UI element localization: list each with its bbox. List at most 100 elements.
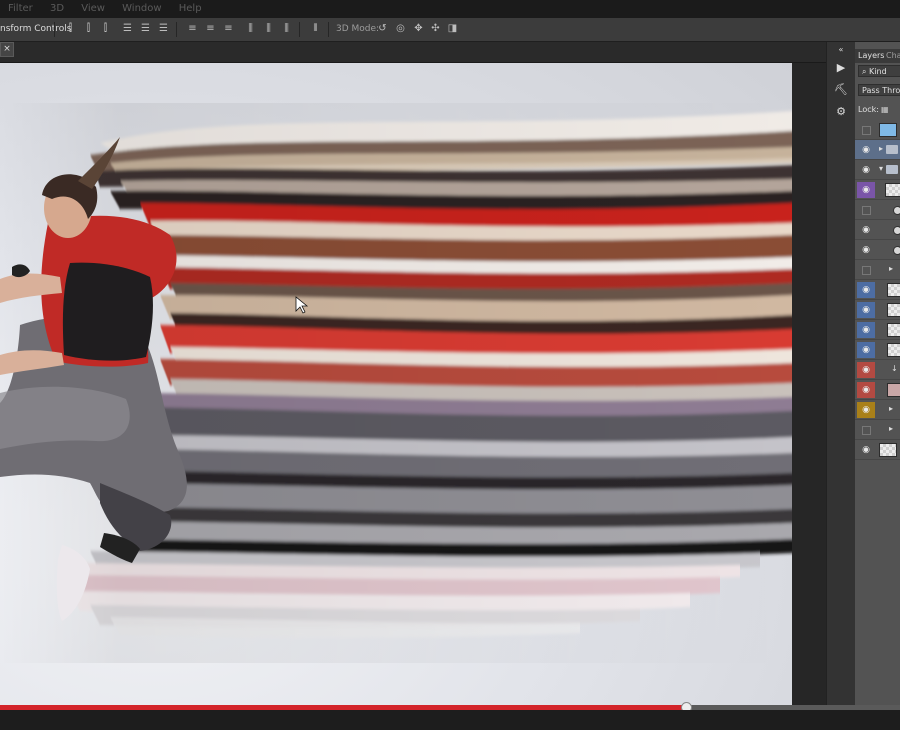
layer-row[interactable]: ◉ xyxy=(855,300,900,320)
lock-label: Lock: xyxy=(858,105,879,114)
3d-slide-icon[interactable]: ✣ xyxy=(430,23,441,34)
menu-view[interactable]: View xyxy=(81,0,105,18)
layer-row[interactable]: ◉ xyxy=(855,220,900,240)
layer-kind-value: Kind xyxy=(869,67,887,76)
tab-layers[interactable]: Layers xyxy=(858,51,884,60)
options-separator xyxy=(176,22,177,37)
3d-drag-icon[interactable]: ✥ xyxy=(413,23,424,34)
distribute-right-icon[interactable]: ⫼ xyxy=(281,23,292,34)
layer-row[interactable] xyxy=(855,200,900,220)
adjustment-icon xyxy=(893,246,900,255)
align-vcenter-icon[interactable]: ⫿ xyxy=(83,23,94,34)
collapse-arrow-icon[interactable]: ▾ xyxy=(879,164,883,173)
distribute-hcenter-icon[interactable]: ⫼ xyxy=(263,23,274,34)
expand-arrow-icon[interactable]: ▸ xyxy=(889,424,893,433)
eye-icon[interactable]: ◉ xyxy=(857,442,875,458)
layer-thumbnail xyxy=(887,323,900,337)
distribute-left-icon[interactable]: ⫼ xyxy=(245,23,256,34)
adjustment-icon xyxy=(893,206,900,215)
distribute-top-icon[interactable]: ≡ xyxy=(187,23,198,34)
align-left-icon[interactable]: ☰ xyxy=(122,23,133,34)
visibility-toggle[interactable] xyxy=(857,122,875,138)
menu-filter[interactable]: Filter xyxy=(8,0,33,18)
layers-panel-tabs: Layers Cha xyxy=(855,49,900,63)
visibility-toggle[interactable] xyxy=(857,202,875,218)
align-top-icon[interactable]: ⫿ xyxy=(65,23,76,34)
auto-align-icon[interactable]: ⫴ xyxy=(310,23,321,34)
layer-row[interactable]: ◉ ↓ xyxy=(855,360,900,380)
expand-arrow-icon[interactable]: ▸ xyxy=(879,144,883,153)
brush-preset-icon[interactable]: ⛏ xyxy=(833,82,849,98)
menu-window[interactable]: Window xyxy=(122,0,161,18)
layer-kind-filter[interactable]: ⌕ Kind xyxy=(858,65,900,77)
menu-help[interactable]: Help xyxy=(179,0,202,18)
tab-channels[interactable]: Cha xyxy=(886,51,900,60)
eye-icon[interactable]: ◉ xyxy=(857,162,875,178)
adjustment-icon xyxy=(893,226,900,235)
layer-row[interactable]: ▸ xyxy=(855,260,900,280)
layer-row[interactable]: ◉ xyxy=(855,280,900,300)
align-right-icon[interactable]: ☰ xyxy=(158,23,169,34)
align-hcenter-icon[interactable]: ☰ xyxy=(140,23,151,34)
blend-mode-select[interactable]: Pass Throug xyxy=(858,84,900,96)
layer-thumbnail xyxy=(887,343,900,357)
layer-row[interactable]: ◉ ▸ xyxy=(855,400,900,420)
transform-controls-label[interactable]: nsform Controls xyxy=(0,24,71,34)
eye-icon[interactable]: ◉ xyxy=(857,402,875,418)
eye-icon[interactable]: ◉ xyxy=(857,242,875,258)
layer-row[interactable]: ◉ xyxy=(855,380,900,400)
collapse-panels-icon[interactable]: « xyxy=(833,42,849,58)
eye-icon[interactable]: ◉ xyxy=(857,382,875,398)
canvas-artwork xyxy=(0,103,792,663)
menu-bar: Filter 3D View Window Help xyxy=(0,0,900,18)
eye-icon[interactable]: ◉ xyxy=(857,342,875,358)
eye-icon[interactable]: ◉ xyxy=(857,322,875,338)
3d-roll-icon[interactable]: ◎ xyxy=(395,23,406,34)
adjustments-icon[interactable]: ⚙ xyxy=(833,104,849,120)
eye-icon[interactable]: ◉ xyxy=(857,282,875,298)
expand-arrow-icon[interactable]: ▸ xyxy=(889,264,893,273)
document-canvas[interactable] xyxy=(0,63,792,705)
3d-rotate-icon[interactable]: ↺ xyxy=(377,23,388,34)
eye-icon[interactable]: ◉ xyxy=(857,302,875,318)
layer-row[interactable]: ▸ xyxy=(855,420,900,440)
layer-row[interactable]: ◉ xyxy=(855,180,900,200)
canvas-scroll-gutter xyxy=(792,63,826,709)
layer-row[interactable] xyxy=(855,120,900,140)
eye-icon[interactable]: ◉ xyxy=(857,362,875,378)
layer-thumbnail xyxy=(887,283,900,297)
layer-row[interactable]: ◉ xyxy=(855,340,900,360)
eye-icon[interactable]: ◉ xyxy=(857,142,875,158)
video-controls-bar xyxy=(0,710,900,730)
options-bar: nsform Controls ⫿ ⫿ ⫿ ☰ ☰ ☰ ≡ ≡ ≡ ⫼ ⫼ ⫼ … xyxy=(0,18,900,42)
document-close-button[interactable]: × xyxy=(0,42,14,57)
options-separator xyxy=(328,22,329,37)
expand-arrow-icon[interactable]: ▸ xyxy=(889,404,893,413)
lock-transparency-icon[interactable]: ▦ xyxy=(881,105,889,114)
eye-icon[interactable]: ◉ xyxy=(857,222,875,238)
eye-icon[interactable]: ◉ xyxy=(857,182,875,198)
layer-thumbnail xyxy=(879,443,897,457)
distribute-bottom-icon[interactable]: ≡ xyxy=(223,23,234,34)
layer-thumbnail xyxy=(879,123,897,137)
options-separator xyxy=(54,22,55,37)
layer-row[interactable]: ◉ xyxy=(855,440,900,460)
layer-row[interactable]: ◉ xyxy=(855,320,900,340)
layer-row[interactable]: ◉ ▾ xyxy=(855,160,900,180)
play-actions-icon[interactable]: ▶ xyxy=(833,60,849,76)
panel-dock-strip: « ▶ ⛏ ⚙ xyxy=(826,42,856,706)
folder-icon xyxy=(886,145,898,154)
visibility-toggle[interactable] xyxy=(857,422,875,438)
layer-row[interactable]: ◉ ▸ xyxy=(855,140,900,160)
distribute-vcenter-icon[interactable]: ≡ xyxy=(205,23,216,34)
layer-thumbnail xyxy=(887,383,900,397)
visibility-toggle[interactable] xyxy=(857,262,875,278)
layers-panel: Layers Cha ⌕ Kind Pass Throug Lock: ▦ ◉▸… xyxy=(855,42,900,706)
align-bottom-icon[interactable]: ⫿ xyxy=(100,23,111,34)
menu-3d[interactable]: 3D xyxy=(50,0,64,18)
clip-arrow-icon: ↓ xyxy=(891,364,898,373)
document-tab-bar: × xyxy=(0,42,826,63)
search-icon: ⌕ xyxy=(862,67,867,76)
layer-row[interactable]: ◉ xyxy=(855,240,900,260)
3d-camera-icon[interactable]: ◨ xyxy=(447,23,458,34)
